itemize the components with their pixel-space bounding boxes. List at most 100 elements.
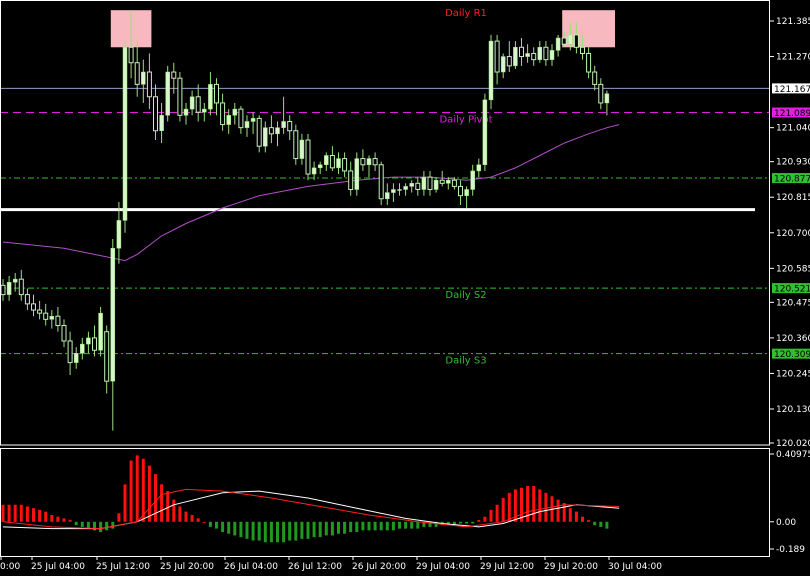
histogram-bar [86, 521, 90, 529]
candle-body-bear [342, 158, 348, 172]
candle-body-bull [366, 158, 372, 166]
histogram-bar [605, 521, 609, 529]
candle-body-bear [220, 102, 226, 126]
histogram-bar [166, 491, 170, 522]
candle-body-bear [598, 83, 604, 104]
price-tick-label: 120.020 [776, 439, 810, 449]
histogram-bar [135, 455, 139, 522]
candle-body-bull [232, 108, 238, 116]
time-tick-label: 25 Jul 04:00 [31, 562, 85, 572]
candle-body-bull [110, 247, 116, 382]
histogram-bar [349, 521, 353, 533]
candle-body-bull [263, 127, 268, 147]
price-tick-label: 120.130 [776, 405, 810, 415]
candle-body-bull [244, 121, 250, 128]
histogram-bar [123, 484, 127, 522]
candle-body-bear [43, 312, 49, 320]
candle-body-bull [421, 176, 427, 190]
histogram-bar [556, 499, 560, 522]
candle-body-bear [543, 46, 549, 61]
candle[interactable] [305, 133, 311, 181]
candle-body-bull [476, 164, 482, 172]
histogram-bar [44, 511, 48, 522]
time-tick-label: 0:00 [0, 562, 20, 572]
candle[interactable] [98, 306, 103, 357]
histogram-bar [379, 521, 383, 531]
histogram-bar [337, 521, 340, 534]
histogram-bar [32, 508, 35, 522]
candle-body-bear [92, 337, 97, 351]
histogram-bar [544, 492, 548, 522]
time-tick-label: 30 Jul 04:00 [608, 562, 662, 572]
histogram-bar [471, 521, 475, 524]
price-tick-label: 121.040 [776, 124, 810, 134]
histogram-bar [318, 521, 322, 538]
histogram-bar [294, 521, 298, 541]
candle-body-bear [195, 96, 201, 113]
histogram-bar [154, 474, 157, 522]
histogram-bar [7, 504, 11, 522]
candle[interactable] [482, 93, 488, 171]
candle[interactable] [177, 72, 183, 122]
candle-body-bear [573, 34, 579, 48]
histogram-bar [227, 521, 231, 534]
histogram-bar [489, 509, 493, 522]
candle-body-bear [146, 71, 152, 98]
candle[interactable] [293, 124, 299, 165]
candle-body-bull [488, 40, 494, 101]
level-tag-4: 120.309 [774, 350, 810, 360]
histogram-bar [538, 489, 542, 522]
price-chart[interactable]: Daily R1Daily PivotDaily S2Daily S3 121.… [0, 0, 810, 576]
candle-body-bull [470, 170, 475, 190]
candle-body-bear [37, 309, 43, 314]
histogram-bar [215, 521, 218, 529]
price-tick-label: 120.360 [776, 334, 810, 344]
candle-body-bear [177, 77, 183, 116]
time-tick-label: 29 Jul 04:00 [416, 562, 470, 572]
candle-body-bear [415, 182, 421, 190]
histogram-bar [178, 506, 182, 522]
candle-body-bear [506, 56, 512, 67]
candle-body-bull [385, 192, 390, 200]
candle-body-bear [494, 40, 500, 73]
candle-body-bull [549, 50, 555, 60]
candle[interactable] [378, 161, 384, 205]
candle-body-bear [531, 52, 537, 61]
candle-body-bull [202, 108, 207, 113]
histogram-bar [324, 521, 328, 536]
histogram-bar [300, 521, 304, 539]
histogram-bar [269, 521, 273, 543]
candle-body-bear [238, 108, 244, 129]
candle[interactable] [354, 152, 360, 196]
histogram-bar [465, 521, 469, 524]
candle[interactable] [488, 34, 494, 110]
histogram-bar [233, 521, 237, 536]
time-tick-label: 26 Jul 20:00 [352, 562, 406, 572]
histogram-bar [355, 521, 359, 533]
histogram-bar [257, 521, 261, 541]
candle-body-bear [427, 176, 433, 190]
histogram-bar [239, 521, 243, 538]
candle-body-bull [122, 47, 128, 221]
histogram-bar [1, 504, 5, 522]
histogram-bar [208, 521, 212, 527]
candle-body-bull [159, 115, 164, 132]
histogram-bar [245, 521, 249, 539]
time-tick-label: 25 Jul 12:00 [96, 562, 150, 572]
candle-body-bear [67, 340, 73, 364]
candle[interactable] [165, 65, 170, 122]
candle-body-bear [305, 139, 311, 175]
histogram-bar [361, 521, 365, 531]
candle-body-bull [281, 121, 286, 128]
indicator-tick-label: 0.40975 [776, 450, 810, 460]
price-tick-label: 120.930 [776, 158, 810, 168]
histogram-bar [581, 516, 584, 522]
candle[interactable] [122, 41, 128, 233]
histogram-bar [483, 516, 487, 522]
histogram-bar [306, 521, 310, 539]
candle-body-bear [171, 71, 177, 79]
candle-body-bull [208, 84, 213, 110]
candle-body-bull [317, 164, 323, 169]
histogram-bar [343, 521, 347, 534]
candle-body-bear [293, 130, 299, 160]
